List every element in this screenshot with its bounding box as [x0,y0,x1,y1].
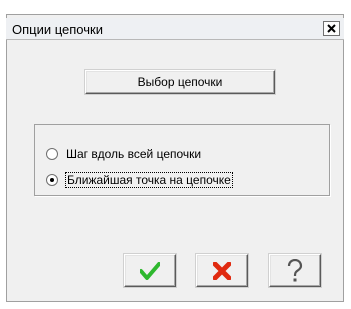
cross-icon [213,261,231,280]
dialog-title: Опции цепочки [12,22,103,37]
ok-button[interactable] [124,254,176,287]
checkmark-icon [140,261,160,280]
select-chain-button[interactable]: Выбор цепочки [85,70,275,94]
option-step-along-chain[interactable]: Шаг вдоль всей цепочки [46,146,201,162]
help-button[interactable] [269,254,321,287]
option-label: Ближайшая точка на цепочке [65,172,233,188]
close-icon [327,24,336,33]
select-chain-label: Выбор цепочки [137,75,223,89]
option-label: Шаг вдоль всей цепочки [66,147,202,161]
option-nearest-point[interactable]: Ближайшая точка на цепочке [46,172,233,188]
title-bar: Опции цепочки [6,18,344,40]
radio-button[interactable] [46,148,58,160]
cancel-button[interactable] [196,254,248,287]
question-icon [287,258,303,281]
radio-button-selected[interactable] [46,174,58,186]
close-button[interactable] [323,21,340,36]
